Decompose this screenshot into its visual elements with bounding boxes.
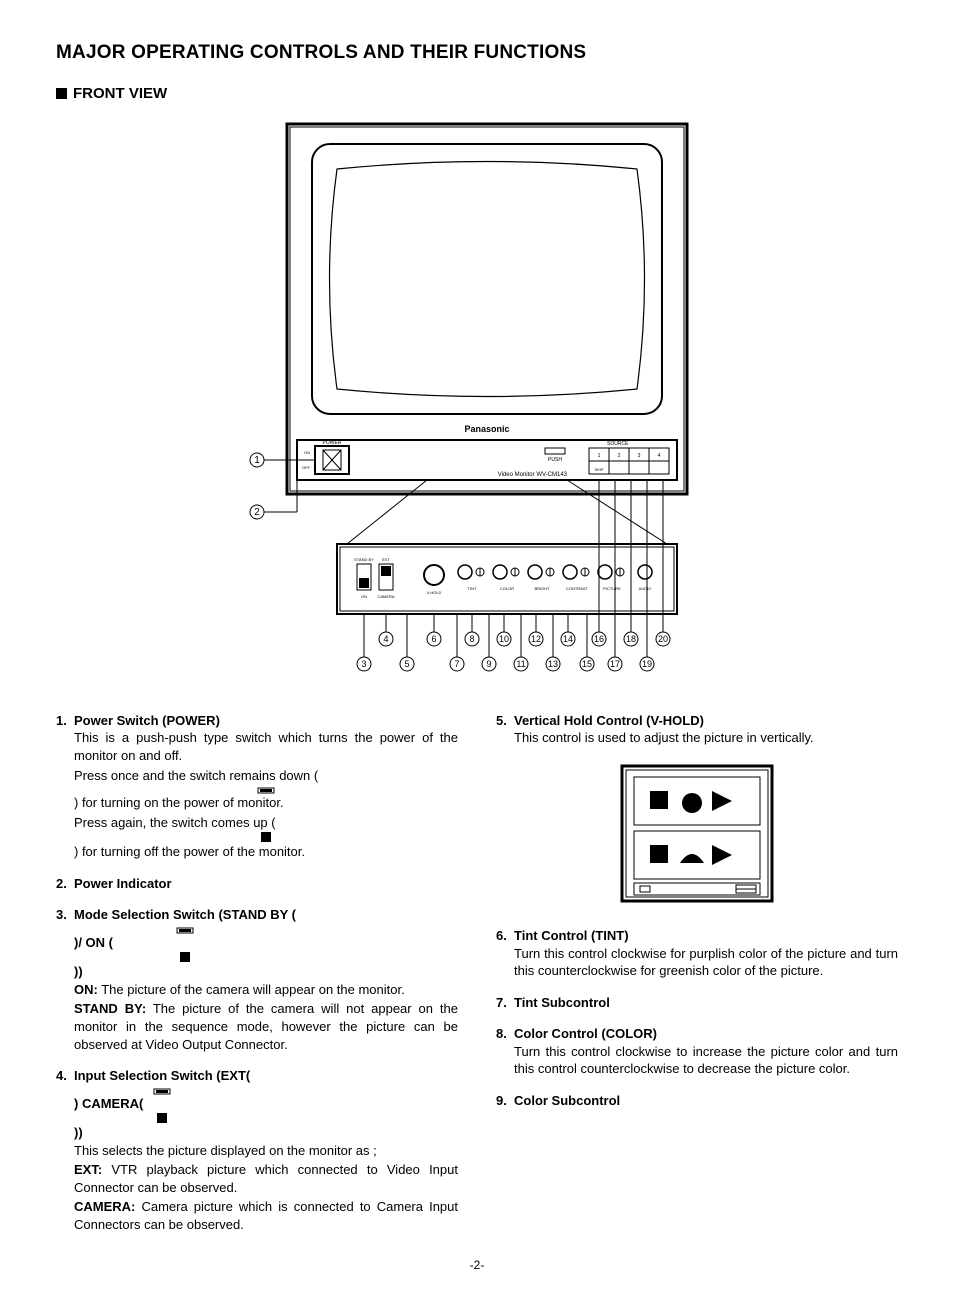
switch-down-icon xyxy=(176,924,194,934)
svg-text:OFF: OFF xyxy=(302,465,311,470)
svg-text:7: 7 xyxy=(454,659,459,669)
svg-text:16: 16 xyxy=(594,634,604,644)
svg-text:5: 5 xyxy=(404,659,409,669)
svg-text:SKIP: SKIP xyxy=(594,467,603,472)
svg-text:4: 4 xyxy=(658,453,661,459)
left-column: 1.Power Switch (POWER) This is a push-pu… xyxy=(56,712,458,1248)
svg-text:PICTURE: PICTURE xyxy=(603,586,621,591)
brand-label: Panasonic xyxy=(464,424,509,434)
item-color: 8.Color Control (COLOR) Turn this contro… xyxy=(496,1025,898,1078)
switch-down-icon xyxy=(257,784,275,794)
svg-text:4: 4 xyxy=(383,634,388,644)
svg-text:2: 2 xyxy=(618,453,621,459)
item-mode-selection: 3. Mode Selection Switch (STAND BY ()/ O… xyxy=(56,906,458,1053)
square-bullet-icon xyxy=(56,88,67,99)
svg-text:PUSH: PUSH xyxy=(548,457,562,463)
right-column: 5.Vertical Hold Control (V-HOLD) This co… xyxy=(496,712,898,1248)
svg-text:STAND BY: STAND BY xyxy=(354,557,374,562)
svg-text:3: 3 xyxy=(638,453,641,459)
svg-text:TINT: TINT xyxy=(468,586,477,591)
svg-text:14: 14 xyxy=(563,634,573,644)
svg-text:ON: ON xyxy=(304,450,310,455)
item-power-switch: 1.Power Switch (POWER) This is a push-pu… xyxy=(56,712,458,861)
svg-text:2: 2 xyxy=(254,507,260,518)
svg-text:V-HOLD: V-HOLD xyxy=(427,590,442,595)
svg-text:20: 20 xyxy=(658,634,668,644)
page-number: -2- xyxy=(56,1257,898,1273)
vhold-mini-diagram xyxy=(496,761,898,911)
svg-text:3: 3 xyxy=(361,659,366,669)
item-tint-sub: 7.Tint Subcontrol xyxy=(496,994,898,1012)
item-input-selection: 4. Input Selection Switch (EXT() CAMERA(… xyxy=(56,1067,458,1233)
page-title: MAJOR OPERATING CONTROLS AND THEIR FUNCT… xyxy=(56,40,898,66)
svg-text:10: 10 xyxy=(499,634,509,644)
item-tint: 6.Tint Control (TINT) Turn this control … xyxy=(496,927,898,980)
item-vhold: 5.Vertical Hold Control (V-HOLD) This co… xyxy=(496,712,898,747)
subheading: FRONT VIEW xyxy=(56,84,898,104)
switch-down-icon xyxy=(153,1085,171,1095)
svg-text:CONTRAST: CONTRAST xyxy=(566,586,589,591)
svg-text:19: 19 xyxy=(642,659,652,669)
svg-text:AUDIO: AUDIO xyxy=(639,586,652,591)
switch-up-icon xyxy=(259,831,273,843)
front-view-diagram: Panasonic POWER ON OFF PUSH Video Monito… xyxy=(56,114,898,694)
small-dials: TINT COLOR BRIGHT CONTRAST PICTURE xyxy=(458,565,652,591)
description-columns: 1.Power Switch (POWER) This is a push-pu… xyxy=(56,712,898,1248)
switch-up-icon xyxy=(179,951,191,963)
svg-text:17: 17 xyxy=(610,659,620,669)
subheading-text: FRONT VIEW xyxy=(73,85,167,102)
svg-text:13: 13 xyxy=(548,659,558,669)
svg-text:1: 1 xyxy=(598,453,601,459)
source-buttons: 1 2 3 4 SKIP xyxy=(589,448,669,474)
svg-text:ON: ON xyxy=(361,594,367,599)
item-power-indicator: 2.Power Indicator xyxy=(56,875,458,893)
item-color-sub: 9.Color Subcontrol xyxy=(496,1092,898,1110)
svg-text:Video Monitor WV-CM143: Video Monitor WV-CM143 xyxy=(498,472,568,478)
svg-text:9: 9 xyxy=(486,659,491,669)
svg-text:BRIGHT: BRIGHT xyxy=(534,586,550,591)
svg-text:8: 8 xyxy=(469,634,474,644)
svg-text:SOURCE: SOURCE xyxy=(607,441,629,447)
svg-text:EXT: EXT xyxy=(382,557,390,562)
svg-text:POWER: POWER xyxy=(323,440,342,446)
svg-text:6: 6 xyxy=(431,634,436,644)
svg-text:11: 11 xyxy=(516,659,525,669)
svg-text:12: 12 xyxy=(531,634,541,644)
svg-text:18: 18 xyxy=(626,634,636,644)
svg-text:COLOR: COLOR xyxy=(500,586,514,591)
switch-up-icon xyxy=(156,1112,168,1124)
svg-text:15: 15 xyxy=(582,659,592,669)
svg-text:CAMERA: CAMERA xyxy=(377,594,394,599)
svg-text:1: 1 xyxy=(254,455,260,466)
